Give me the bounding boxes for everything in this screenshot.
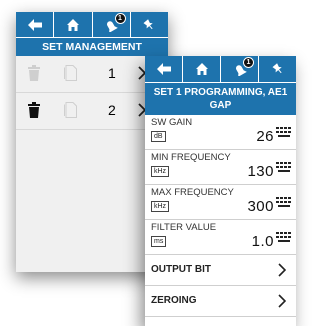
page-title: SET 1 PROGRAMMING, AE1 GAP xyxy=(145,83,296,115)
page-title: SET MANAGEMENT xyxy=(16,38,168,56)
page-title-line1: SET 1 PROGRAMMING, AE1 xyxy=(153,87,288,98)
page-title-line2: GAP xyxy=(209,100,232,111)
set-number: 2 xyxy=(108,102,116,118)
param-label: MAX FREQUENCY xyxy=(151,187,234,198)
unit-badge: ms xyxy=(151,236,167,247)
param-value: 130 xyxy=(247,163,274,180)
param-value: 300 xyxy=(247,198,274,215)
pin-icon xyxy=(271,63,282,74)
home-button[interactable] xyxy=(183,56,221,82)
menu-item-zeroing[interactable]: ZEROING xyxy=(145,286,296,317)
param-label: MIN FREQUENCY xyxy=(151,152,231,163)
set-number: 1 xyxy=(108,65,116,81)
arrow-left-icon xyxy=(27,18,42,31)
menu-item-label: OUTPUT BIT xyxy=(151,264,211,275)
home-icon xyxy=(195,63,208,75)
param-max-frequency[interactable]: MAX FREQUENCY kHz 300 xyxy=(145,185,296,220)
keypad-icon[interactable] xyxy=(276,127,292,137)
set-programming-screen: 1 SET 1 PROGRAMMING, AE1 GAP SW GAIN dB … xyxy=(145,56,296,326)
unit-badge: kHz xyxy=(151,201,170,212)
param-value: 1.0 xyxy=(251,233,274,250)
unit-badge: kHz xyxy=(151,166,170,177)
toolbar: 1 xyxy=(16,12,168,37)
param-min-frequency[interactable]: MIN FREQUENCY kHz 130 xyxy=(145,150,296,185)
back-button[interactable] xyxy=(145,56,183,82)
param-label: FILTER VALUE xyxy=(151,222,217,233)
menu-item-label: ZEROING xyxy=(151,295,197,306)
trash-icon[interactable] xyxy=(28,102,40,118)
keypad-icon[interactable] xyxy=(276,232,292,242)
home-icon xyxy=(66,18,79,31)
keypad-icon[interactable] xyxy=(276,162,292,172)
alarm-button[interactable]: 1 xyxy=(221,56,259,82)
unit-badge: dB xyxy=(151,131,166,142)
alarm-count-badge: 1 xyxy=(243,57,254,68)
menu-item-output-bit[interactable]: OUTPUT BIT xyxy=(145,255,296,286)
copy-icon[interactable] xyxy=(64,102,77,118)
trash-icon[interactable] xyxy=(28,65,40,81)
param-label: SW GAIN xyxy=(151,117,193,128)
param-value: 26 xyxy=(256,128,274,145)
alarm-button[interactable]: 1 xyxy=(93,12,131,37)
alarm-count-badge: 1 xyxy=(114,13,126,24)
toolbar: 1 xyxy=(145,56,296,82)
pin-button[interactable] xyxy=(259,56,296,82)
pin-button[interactable] xyxy=(131,12,168,37)
chevron-right-icon xyxy=(278,294,286,308)
arrow-left-icon xyxy=(156,63,171,75)
chevron-right-icon xyxy=(278,263,286,277)
keypad-icon[interactable] xyxy=(276,197,292,207)
back-button[interactable] xyxy=(16,12,55,37)
copy-icon[interactable] xyxy=(64,65,77,81)
param-sw-gain[interactable]: SW GAIN dB 26 xyxy=(145,115,296,150)
param-filter-value[interactable]: FILTER VALUE ms 1.0 xyxy=(145,220,296,255)
pin-icon xyxy=(143,18,154,29)
home-button[interactable] xyxy=(54,12,93,37)
